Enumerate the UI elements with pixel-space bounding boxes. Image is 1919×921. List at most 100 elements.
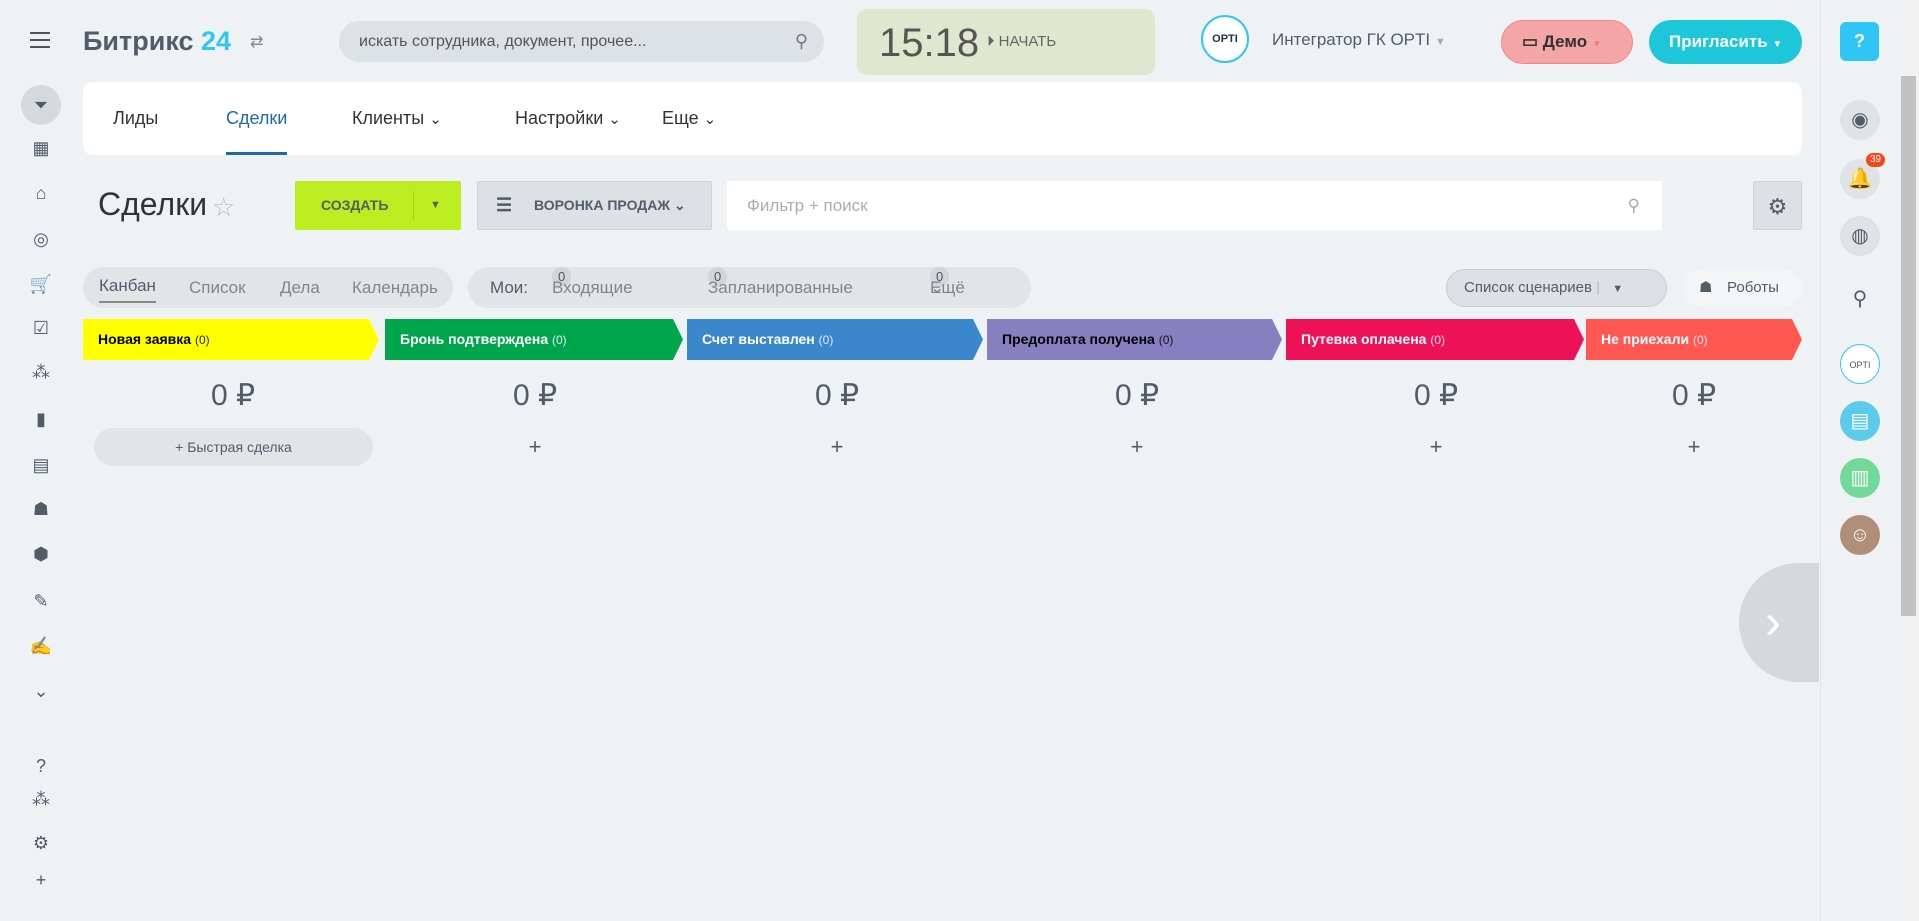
settings-button[interactable]: ⚙: [1753, 181, 1802, 230]
chevron-down-icon: ▼: [1434, 36, 1446, 48]
column-count: (0): [1158, 333, 1174, 347]
chevron-down-icon: ▼: [1591, 39, 1602, 50]
settings-icon[interactable]: ⚙: [29, 831, 53, 855]
chevron-down-icon: ⌄: [608, 111, 621, 128]
cart-icon[interactable]: 🛒: [29, 272, 53, 296]
filter-placeholder: Фильтр + поиск: [747, 196, 868, 215]
bell-icon[interactable]: 🔔 39: [1840, 153, 1886, 199]
add-icon[interactable]: +: [29, 868, 53, 892]
column-sum: 0 ₽: [1671, 379, 1717, 412]
add-deal-button[interactable]: +: [987, 434, 1287, 460]
column-title: Новая заявка: [98, 331, 192, 347]
counter-label: Запланированные: [708, 278, 853, 297]
quick-deal-button[interactable]: + Быстрая сделка: [94, 428, 373, 466]
funnel-label: ВОРОНКА ПРОДАЖ: [534, 197, 671, 213]
chevron-down-icon[interactable]: ▼: [430, 181, 441, 230]
contacts-icon[interactable]: ▤: [29, 453, 53, 477]
column-title: Путевка оплачена: [1301, 331, 1427, 347]
tab-deals[interactable]: Сделки: [226, 108, 288, 155]
column-title: Предоплата получена: [1002, 331, 1155, 347]
user-avatar[interactable]: ☺: [1840, 515, 1880, 555]
chevron-down-icon[interactable]: ▼: [1612, 283, 1623, 295]
help-icon[interactable]: ?: [29, 754, 53, 778]
network-icon[interactable]: ⁂: [29, 787, 53, 811]
column-header[interactable]: Не приехали (0): [1586, 319, 1802, 360]
page-title: Сделки: [98, 186, 208, 222]
activity-icon[interactable]: ◉: [1840, 100, 1880, 140]
view-activities[interactable]: Дела: [280, 267, 320, 308]
view-kanban[interactable]: Канбан: [99, 271, 156, 303]
search-icon[interactable]: ⚲: [1840, 279, 1880, 319]
chat-icon[interactable]: ◍: [1840, 216, 1880, 256]
workday-widget[interactable]: 15:18 ⏵ НАЧАТЬ: [857, 9, 1155, 75]
add-deal-button[interactable]: +: [385, 434, 685, 460]
robot-icon[interactable]: ☗: [29, 497, 53, 521]
target-icon[interactable]: ◎: [29, 227, 53, 251]
column-header[interactable]: Бронь подтверждена (0): [385, 319, 683, 360]
crm-funnel-icon[interactable]: ⏷: [21, 85, 61, 125]
column-header[interactable]: Путевка оплачена (0): [1286, 319, 1584, 360]
tab-leads[interactable]: Лиды: [113, 108, 158, 129]
funnel-selector[interactable]: ☰ ВОРОНКА ПРОДАЖ ⌄: [477, 181, 712, 230]
column-count: (0): [818, 333, 834, 347]
start-label: НАЧАТЬ: [998, 33, 1057, 50]
tab-settings[interactable]: Настройки ⌄: [515, 108, 621, 129]
company-icon[interactable]: ⌂: [29, 181, 53, 205]
view-calendar[interactable]: Календарь: [352, 267, 438, 308]
demo-button[interactable]: ▭ Демо ▼: [1501, 20, 1633, 64]
notes-icon[interactable]: ▥: [1840, 458, 1880, 498]
edit-icon[interactable]: ✎: [29, 589, 53, 613]
logo[interactable]: Битрикс 24: [83, 26, 231, 57]
company-chat-avatar[interactable]: OPTI: [1840, 344, 1880, 384]
my-counters: Мои: 0 Входящие 0 Запланированные 0 Ещё …: [468, 267, 1031, 308]
gear-icon: ⚙: [1767, 194, 1788, 219]
top-nav: Лиды Сделки Клиенты ⌄ Настройки ⌄ Еще ⌄: [83, 82, 1802, 155]
column-title: Бронь подтверждена: [400, 331, 549, 347]
column-header[interactable]: Счет выставлен (0): [687, 319, 983, 360]
view-list[interactable]: Список: [189, 267, 246, 308]
scenarios-button[interactable]: Список сценариев | ▼: [1446, 269, 1667, 307]
chevron-down-icon: ▼: [1772, 39, 1783, 50]
groups-icon[interactable]: ⁂: [29, 360, 53, 384]
logo-text: Битрикс: [83, 26, 194, 56]
menu-icon[interactable]: [30, 32, 50, 48]
chevron-down-icon: ⌄: [429, 111, 442, 128]
tab-label: Настройки: [515, 108, 604, 128]
more-icon[interactable]: ⌄: [29, 679, 53, 703]
search-icon: ⚲: [1627, 196, 1640, 215]
tab-clients[interactable]: Клиенты ⌄: [352, 108, 442, 129]
search-icon: ⚲: [794, 31, 808, 51]
tab-more[interactable]: Еще ⌄: [662, 108, 716, 129]
column-title: Не приехали: [1601, 331, 1690, 347]
start-workday-button[interactable]: ⏵ НАЧАТЬ: [987, 33, 1056, 50]
star-icon[interactable]: ☆: [212, 192, 235, 223]
column-count: (0): [194, 333, 210, 347]
logo-settings-icon[interactable]: ⇄: [250, 32, 263, 52]
left-sidebar: ⏷ ▦ ⌂ ◎ 🛒 ☑ ⁂ ▮ ▤ ☗ ⬢ ✎ ✍ ⌄ ? ⁂ ⚙ +: [0, 82, 82, 921]
company-avatar[interactable]: OPTI: [1201, 15, 1249, 63]
open-lines-icon[interactable]: ▤: [1840, 401, 1880, 441]
quick-deal-label: Быстрая сделка: [187, 439, 292, 455]
sign-icon[interactable]: ✍: [29, 634, 53, 658]
invite-button[interactable]: Пригласить ▼: [1649, 20, 1802, 64]
add-deal-button[interactable]: +: [1286, 434, 1586, 460]
scroll-right-arrow[interactable]: ›: [1739, 563, 1819, 682]
robots-button[interactable]: ☗ Роботы: [1683, 269, 1802, 307]
tasks-icon[interactable]: ☑: [29, 316, 53, 340]
box-icon[interactable]: ⬢: [29, 542, 53, 566]
company-selector[interactable]: Интегратор ГК OPTI ▼: [1272, 30, 1446, 50]
create-button[interactable]: СОЗДАТЬ ▼: [295, 181, 461, 230]
column-header[interactable]: Новая заявка (0): [83, 319, 379, 360]
calendar-icon[interactable]: ▦: [29, 136, 53, 160]
add-deal-button[interactable]: +: [1586, 434, 1802, 460]
chevron-down-icon: ⌄: [930, 278, 945, 297]
global-search-input[interactable]: искать сотрудника, документ, прочее... ⚲: [339, 21, 824, 62]
funnel-icon: ☰: [496, 195, 513, 215]
column-sum: 0 ₽: [1413, 379, 1459, 412]
my-label: Мои:: [490, 278, 529, 297]
analytics-icon[interactable]: ▮: [29, 407, 53, 431]
add-deal-button[interactable]: +: [687, 434, 987, 460]
column-header[interactable]: Предоплата получена (0): [987, 319, 1282, 360]
filter-search-input[interactable]: Фильтр + поиск ⚲: [727, 181, 1662, 230]
scrollbar-thumb[interactable]: [1901, 76, 1916, 616]
